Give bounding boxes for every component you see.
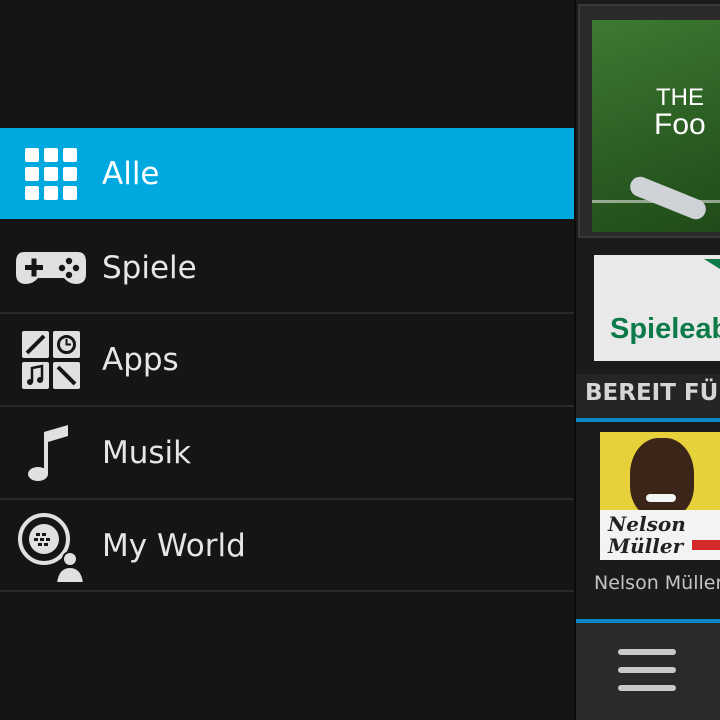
label-mark — [692, 540, 720, 550]
grid-icon — [14, 137, 88, 211]
music-note-icon — [14, 416, 88, 490]
gamepad-icon — [14, 231, 88, 305]
promo-tile[interactable]: Spieleab — [594, 255, 720, 361]
menu-item-apps[interactable]: Apps — [0, 312, 574, 406]
navigation-menu: Alle Spiele Apps Musik My World — [0, 0, 574, 720]
menu-item-my-world[interactable]: My World — [0, 498, 574, 592]
menu-item-label: My World — [102, 528, 246, 564]
menu-item-label: Musik — [102, 435, 192, 471]
album-cover[interactable]: Nelson Müller — [600, 432, 720, 560]
menu-item-alle[interactable]: Alle — [0, 128, 574, 219]
artist-photo — [630, 438, 694, 518]
menu-item-label: Alle — [102, 155, 160, 192]
section-header: BEREIT FÜR — [576, 374, 720, 422]
album-caption[interactable]: Nelson Müller — [594, 572, 720, 594]
logo-mark — [704, 259, 720, 269]
apps-icon — [14, 323, 88, 397]
promo-text: Spieleab — [610, 313, 720, 345]
hamburger-menu-icon[interactable] — [606, 639, 690, 709]
content-panel: THE Foo Spieleab BEREIT FÜR Nelson Mülle… — [576, 0, 720, 720]
bottle-graphic — [627, 173, 709, 223]
menu-item-musik[interactable]: Musik — [0, 405, 574, 499]
menu-divider — [0, 590, 574, 592]
featured-tile[interactable]: THE Foo — [578, 4, 720, 238]
featured-title-line2: Foo — [654, 108, 706, 141]
section-header-label: BEREIT FÜR — [585, 380, 720, 406]
action-bar — [576, 619, 720, 720]
album-name-line2: Müller — [608, 534, 684, 558]
menu-item-label: Spiele — [102, 250, 197, 286]
menu-item-spiele[interactable]: Spiele — [0, 222, 574, 314]
my-world-icon — [14, 509, 88, 583]
menu-item-label: Apps — [102, 342, 179, 378]
album-name-line1: Nelson — [608, 512, 686, 536]
